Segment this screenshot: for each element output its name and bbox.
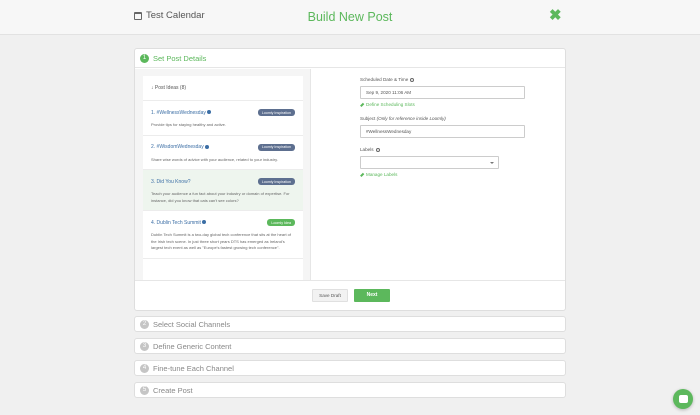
info-icon[interactable]	[375, 147, 380, 152]
date-label: Scheduled Date & Time	[360, 77, 530, 84]
save-draft-button[interactable]: Save Draft	[312, 289, 348, 302]
post-ideas-list[interactable]: ↓ Post Ideas (8) 1. #WellnessWednesday L…	[143, 76, 303, 280]
step-2-header[interactable]: 2 Select Social Channels	[134, 316, 566, 332]
idea-badge: Loomly Idea	[267, 219, 295, 226]
post-idea-title[interactable]: 3. Did You Know?	[151, 179, 190, 185]
next-button[interactable]: Next	[354, 289, 390, 302]
info-icon[interactable]	[410, 77, 415, 82]
step-3-header[interactable]: 3 Define Generic Content	[134, 338, 566, 354]
info-icon	[204, 144, 209, 149]
chevron-down-icon	[490, 161, 494, 164]
chat-widget-button[interactable]	[673, 389, 693, 409]
close-icon[interactable]: ✖	[549, 8, 562, 23]
post-idea-item[interactable]: 1. #WellnessWednesday Loomly Inspiration…	[143, 101, 303, 136]
chat-icon	[678, 395, 688, 403]
labels-select[interactable]	[360, 156, 499, 169]
post-idea-title[interactable]: 2. #WisdomWednesday	[151, 144, 209, 150]
step-4-header[interactable]: 4 Fine-tune Each Channel	[134, 360, 566, 376]
inspiration-badge: Loomly Inspiration	[257, 178, 295, 185]
step-1-label: Set Post Details	[153, 53, 207, 63]
post-idea-description: Teach your audience a fun fact about you…	[151, 191, 290, 203]
step-1-card: 1 Set Post Details ↓ Post Ideas (8) 1. #…	[134, 48, 566, 311]
page-title: Build New Post	[307, 10, 393, 24]
step-footer: Save Draft Next	[135, 280, 565, 311]
step-2-number: 2	[140, 319, 149, 329]
subject-label: Subject (Only for reference inside Looml…	[360, 116, 446, 121]
post-ideas-panel: ↓ Post Ideas (8) 1. #WellnessWednesday L…	[135, 69, 311, 280]
post-idea-item[interactable]: 2. #WisdomWednesday Loomly Inspiration S…	[143, 136, 303, 170]
step-5-header[interactable]: 5 Create Post	[134, 382, 566, 398]
top-header: Test Calendar Build New Post ✖	[0, 0, 700, 35]
manage-labels-link[interactable]: Manage Labels	[360, 172, 530, 177]
post-details-form: Scheduled Date & Time Sep 9, 2020 11:06 …	[360, 77, 530, 177]
post-idea-item-selected[interactable]: 3. Did You Know? Loomly Inspiration Teac…	[143, 170, 303, 211]
step-3-label: Define Generic Content	[153, 341, 232, 351]
pencil-icon	[360, 172, 364, 177]
step-4-label: Fine-tune Each Channel	[153, 363, 234, 373]
step-3-number: 3	[140, 341, 149, 351]
post-idea-title[interactable]: 1. #WellnessWednesday	[151, 110, 211, 116]
post-idea-title[interactable]: 4. Dublin Tech Summit	[151, 220, 206, 226]
step-5-number: 5	[140, 385, 149, 395]
labels-label: Labels	[360, 147, 530, 154]
post-idea-description: Provide tips for staying healthy and act…	[151, 122, 226, 127]
post-idea-item[interactable]: 4. Dublin Tech Summit Loomly Idea Dublin…	[143, 211, 303, 259]
define-scheduling-slots-link[interactable]: Define Scheduling Slots	[360, 102, 530, 107]
post-ideas-header[interactable]: ↓ Post Ideas (8)	[143, 76, 303, 101]
step-1-number: 1	[140, 53, 149, 63]
step-4-number: 4	[140, 363, 149, 373]
inspiration-badge: Loomly Inspiration	[257, 143, 295, 151]
post-idea-description: Share wise words of advice with your aud…	[151, 156, 278, 162]
scheduled-date-input[interactable]: Sep 9, 2020 11:06 AM	[360, 86, 525, 99]
step-5-label: Create Post	[153, 385, 193, 395]
info-icon	[206, 110, 211, 115]
pencil-icon	[360, 102, 364, 107]
step-2-label: Select Social Channels	[153, 319, 231, 329]
info-icon	[201, 220, 206, 225]
step-1-header[interactable]: 1 Set Post Details	[135, 49, 565, 68]
post-idea-description: Dublin Tech Summit is a two-day global t…	[151, 232, 291, 250]
subject-input[interactable]: #WellnessWednesday	[360, 125, 525, 138]
inspiration-badge: Loomly Inspiration	[257, 109, 295, 116]
